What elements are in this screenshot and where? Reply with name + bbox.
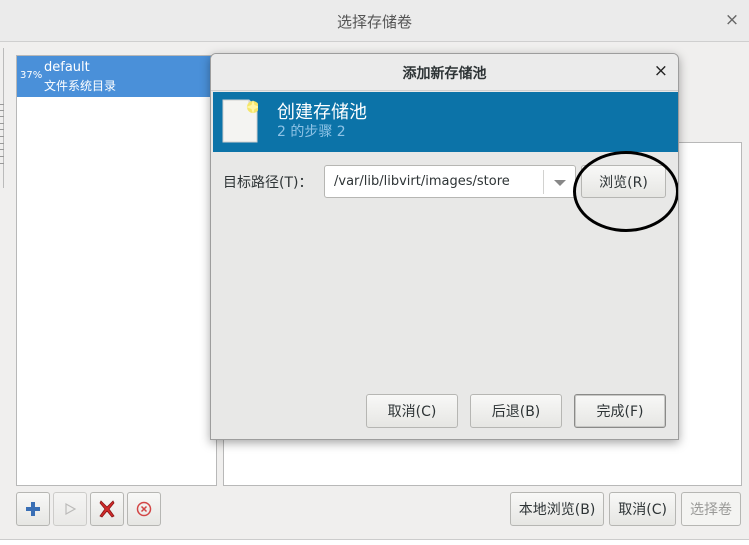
- add-pool-button[interactable]: [16, 492, 50, 526]
- pool-usage: 37%: [20, 70, 43, 81]
- wizard-step: 2 的步骤 2: [277, 124, 346, 140]
- storage-pool-list[interactable]: 37% default 文件系统目录: [16, 55, 217, 486]
- dialog-title: 添加新存储池: [402, 66, 487, 82]
- add-storage-pool-dialog: 添加新存储池 × 创建存储池 2 的步骤 2 目标路径(T)： /var/lib…: [210, 53, 679, 440]
- window-footer-buttons: 本地浏览(B) 取消(C) 选择卷: [509, 492, 741, 526]
- delete-icon: [99, 500, 115, 518]
- pool-name: default: [44, 60, 90, 75]
- dialog-finish-button[interactable]: 完成(F): [574, 394, 666, 428]
- annotation-circle: [573, 151, 678, 232]
- target-path-combo[interactable]: /var/lib/libvirt/images/store: [324, 165, 576, 198]
- combo-separator: [543, 170, 544, 194]
- dialog-close-icon[interactable]: ×: [654, 61, 668, 81]
- dialog-cancel-button[interactable]: 取消(C): [366, 394, 458, 428]
- pool-type: 文件系统目录: [44, 79, 117, 93]
- dialog-titlebar: 添加新存储池 ×: [211, 54, 678, 91]
- chevron-down-icon[interactable]: [554, 180, 566, 186]
- pool-toolbar: [16, 492, 161, 526]
- target-path-value[interactable]: /var/lib/libvirt/images/store: [334, 174, 510, 189]
- window-title: 选择存储卷: [336, 13, 412, 31]
- bottom-strip: [0, 539, 749, 545]
- cancel-button[interactable]: 取消(C): [609, 492, 676, 526]
- window-close-icon[interactable]: ×: [723, 10, 741, 30]
- start-pool-button[interactable]: [53, 492, 87, 526]
- wizard-banner: 创建存储池 2 的步骤 2: [213, 92, 678, 152]
- pool-item-default[interactable]: 37% default 文件系统目录: [17, 56, 216, 97]
- stop-icon: [136, 501, 152, 517]
- left-edge-ruler: [0, 48, 4, 188]
- dialog-back-button[interactable]: 后退(B): [470, 394, 562, 428]
- window-titlebar: 选择存储卷 ×: [0, 0, 749, 42]
- delete-pool-button[interactable]: [90, 492, 124, 526]
- dialog-buttons: 取消(C) 后退(B) 完成(F): [211, 394, 678, 428]
- stop-pool-button[interactable]: [127, 492, 161, 526]
- browse-local-button[interactable]: 本地浏览(B): [509, 492, 605, 526]
- play-icon: [65, 503, 76, 515]
- target-path-label: 目标路径(T)：: [223, 175, 313, 191]
- add-icon: [26, 502, 40, 516]
- choose-volume-button[interactable]: 选择卷: [681, 492, 741, 526]
- new-document-icon: [222, 99, 258, 143]
